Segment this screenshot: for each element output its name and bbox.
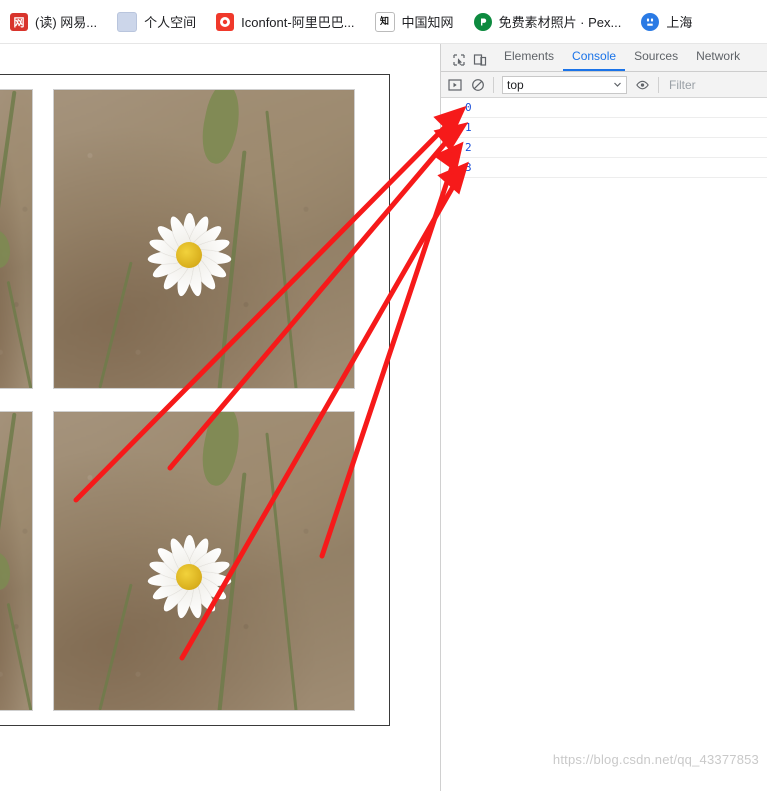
bookmark-item-personal-space[interactable]: 个人空间 (107, 0, 206, 44)
device-toolbar-icon[interactable] (472, 52, 487, 67)
bookmark-label: 中国知网 (401, 15, 454, 30)
bookmark-label: 个人空间 (144, 15, 197, 30)
cnki-icon: 知 (374, 11, 395, 32)
toolbar-divider (658, 76, 659, 93)
gallery-photo[interactable] (0, 89, 33, 389)
flower-shape (134, 522, 244, 632)
console-log-row[interactable]: 1 (441, 118, 767, 138)
gallery-photo[interactable] (53, 89, 355, 389)
console-log-row[interactable]: 3 (441, 158, 767, 178)
bookmark-label: (读) 网易... (35, 15, 98, 30)
bookmark-label: 免费素材照片 · Pex... (498, 15, 622, 30)
flower-shape (134, 200, 244, 310)
bookmark-item-iconfont[interactable]: Iconfont-阿里巴巴... (206, 0, 364, 44)
tab-elements[interactable]: Elements (495, 45, 563, 71)
chevron-down-icon (613, 78, 622, 92)
bookmark-item-cnki[interactable]: 知 中国知网 (365, 0, 464, 44)
tab-sources[interactable]: Sources (625, 45, 687, 71)
console-filter-input[interactable]: Filter (667, 78, 696, 92)
live-expression-icon[interactable] (635, 77, 650, 92)
console-log-row[interactable]: 2 (441, 138, 767, 158)
inspect-element-icon[interactable] (451, 52, 466, 67)
devtools-panel: Elements Console Sources Network top Fil… (440, 44, 767, 791)
execute-script-icon[interactable] (447, 77, 462, 92)
devtools-tool-icons (441, 52, 495, 71)
devtools-tabbar: Elements Console Sources Network (441, 44, 767, 72)
tab-network[interactable]: Network (687, 45, 749, 71)
personal-space-icon (117, 11, 138, 32)
bookmark-item-netease[interactable]: 网 (读) 网易... (0, 0, 107, 44)
bookmark-label: Iconfont-阿里巴巴... (241, 15, 355, 30)
console-toolbar: top Filter (441, 72, 767, 98)
console-context-value: top (507, 77, 524, 92)
console-context-select[interactable]: top (502, 75, 627, 94)
bookmark-item-baidu[interactable]: 上海 (631, 0, 702, 44)
flower-center (176, 564, 202, 590)
tab-console[interactable]: Console (563, 45, 626, 71)
toolbar-divider (493, 76, 494, 93)
watermark-text: https://blog.csdn.net/qq_43377853 (552, 752, 759, 767)
image-gallery-frame (0, 74, 390, 726)
gallery-photo[interactable] (0, 411, 33, 711)
iconfont-icon (216, 12, 235, 31)
clear-console-icon[interactable] (470, 77, 485, 92)
bookmark-label: 上海 (666, 15, 693, 30)
console-output: 0 1 2 3 (441, 98, 767, 791)
bookmarks-bar: 网 (读) 网易... 个人空间 Iconfont-阿里巴巴... 知 中国知网… (0, 0, 767, 44)
console-log-row[interactable]: 0 (441, 98, 767, 118)
netease-icon: 网 (10, 12, 28, 31)
bookmark-item-pexels[interactable]: 免费素材照片 · Pex... (464, 0, 632, 44)
pexels-icon (473, 12, 492, 31)
gallery-photo[interactable] (53, 411, 355, 711)
web-page-content (0, 44, 440, 791)
flower-center (176, 242, 202, 268)
baidu-icon (641, 12, 660, 31)
